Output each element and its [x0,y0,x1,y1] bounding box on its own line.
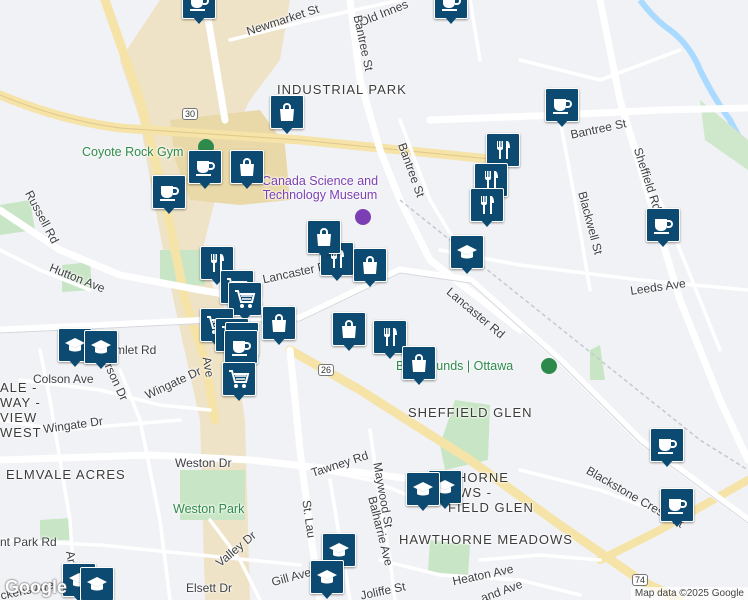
school-marker-icon[interactable] [450,235,484,275]
map-canvas[interactable]: Newmarket St Old Innes Bantree St Bantre… [0,0,748,600]
cafe-marker-icon[interactable] [646,208,680,248]
school-marker-icon[interactable] [84,330,118,370]
shopping-marker-icon[interactable] [230,150,264,190]
cafe-marker-icon[interactable] [650,428,684,468]
cafe-marker-icon[interactable] [152,175,186,215]
street-label: mlet Rd [115,343,157,357]
poi-label-gym[interactable]: Coyote Rock Gym [82,145,183,159]
cafe-marker-icon[interactable] [182,0,216,25]
shopping-marker-icon[interactable] [307,220,341,260]
school-marker-icon[interactable] [80,567,114,600]
school-marker-icon[interactable] [406,472,440,512]
cafe-marker-icon[interactable] [434,0,468,25]
restaurant-marker-icon[interactable] [470,188,504,228]
route-shield: 30 [182,108,199,120]
poi-label-museum[interactable]: Canada Science and Technology Museum [262,174,378,202]
area-label: ELMVALE ACRES [6,467,126,482]
route-shield: 74 [632,574,649,586]
park-poi-icon[interactable] [541,358,557,374]
street-label: Elsett Dr [186,581,233,595]
street-label: nt Park Rd [0,535,57,549]
grocery-marker-icon[interactable] [222,362,256,402]
street-label: Ar [63,549,79,565]
poi-label-park[interactable]: Weston Park [173,502,244,516]
school-marker-icon[interactable] [310,560,344,600]
area-label: HAWTHORNE MEADOWS [399,532,573,547]
google-logo: Google [5,577,67,597]
cafe-marker-icon[interactable] [188,150,222,190]
cafe-marker-icon[interactable] [545,88,579,128]
cafe-marker-icon[interactable] [660,488,694,528]
street-label: Weston Dr [175,456,232,470]
shopping-marker-icon[interactable] [332,312,366,352]
route-shield: 26 [318,364,335,376]
area-label: ALE - WAY - VIEW WEST [0,380,42,440]
shopping-marker-icon[interactable] [270,95,304,135]
area-label: SHEFFIELD GLEN [408,405,533,420]
map-attribution[interactable]: Map data ©2025 Google [630,587,748,600]
museum-poi-icon[interactable] [355,209,371,225]
street-label: Colson Ave [33,372,94,386]
shopping-marker-icon[interactable] [262,306,296,346]
shopping-marker-icon[interactable] [353,248,387,288]
shopping-marker-icon[interactable] [402,346,436,386]
